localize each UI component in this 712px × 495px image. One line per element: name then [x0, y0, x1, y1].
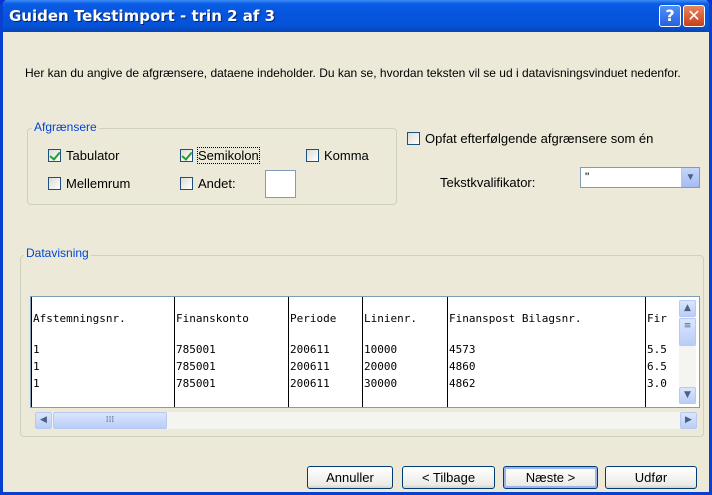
scroll-down-icon[interactable]: ▼	[679, 387, 696, 404]
next-button[interactable]: Næste >	[503, 466, 598, 489]
andet-label: Andet:	[198, 176, 236, 191]
semikolon-label: Semikolon	[197, 147, 260, 164]
preview-cell: 30000	[364, 377, 398, 390]
checkbox-box[interactable]	[306, 149, 319, 162]
preview-cell: 4862	[449, 377, 476, 390]
tabulator-label: Tabulator	[66, 148, 120, 163]
mellemrum-checkbox[interactable]: Mellemrum	[48, 176, 130, 191]
back-button[interactable]: < Tilbage	[402, 466, 495, 489]
dialog-window: Guiden Tekstimport - trin 2 af 3 ? ✕ Her…	[0, 0, 712, 495]
preview-cell: 785001	[176, 343, 216, 356]
preview-column-header: Afstemningsnr.	[33, 312, 126, 325]
checkbox-box[interactable]	[180, 149, 193, 162]
preview-column[interactable]: Finanspost Bilagsnr. 4573 4860 4862	[447, 297, 581, 407]
preview-cell: 6.5	[647, 360, 667, 373]
komma-checkbox[interactable]: Komma	[306, 148, 369, 163]
preview-cell: 200611	[290, 360, 330, 373]
checkbox-box[interactable]	[407, 132, 420, 145]
andet-input[interactable]	[265, 170, 296, 198]
preview-column-header: Fir	[647, 312, 667, 325]
vertical-scroll-thumb[interactable]: ≡	[679, 318, 696, 346]
vertical-scrollbar[interactable]: ▲ ≡ ▼	[679, 300, 696, 404]
consecutive-checkbox[interactable]: Opfat efterfølgende afgrænsere som én	[407, 131, 653, 146]
checkbox-box[interactable]	[48, 177, 61, 190]
preview-column[interactable]: Linienr. 10000 20000 30000	[362, 297, 417, 407]
preview-column-header: Finanskonto	[176, 312, 249, 325]
preview-cell: 200611	[290, 377, 330, 390]
preview-cell: 1	[33, 360, 40, 373]
preview-column-header: Periode	[290, 312, 337, 325]
preview-cell: 10000	[364, 343, 398, 356]
qualifier-select[interactable]: " ▼	[580, 167, 700, 188]
checkbox-box[interactable]	[180, 177, 193, 190]
delimiters-group-label: Afgrænsere	[32, 120, 99, 134]
preview-cell: 5.5	[647, 343, 667, 356]
komma-label: Komma	[324, 148, 369, 163]
cancel-button[interactable]: Annuller	[307, 466, 393, 489]
delimiters-group	[27, 128, 397, 205]
qualifier-label: Tekstkvalifikator:	[440, 175, 536, 190]
preview-cell: 3.0	[647, 377, 667, 390]
preview-column[interactable]: Afstemningsnr. 1 1 1	[31, 297, 126, 407]
preview-cell: 1	[33, 377, 40, 390]
preview-column[interactable]: Finanskonto 785001 785001 785001	[174, 297, 249, 407]
qualifier-value: "	[585, 170, 590, 184]
preview-cell: 785001	[176, 360, 216, 373]
preview-cell: 4573	[449, 343, 476, 356]
preview-cell: 4860	[449, 360, 476, 373]
horizontal-scrollbar[interactable]: ◀ ⁞⁞⁞ ▶	[35, 412, 697, 429]
preview-cell: 20000	[364, 360, 398, 373]
horizontal-scroll-thumb[interactable]: ⁞⁞⁞	[53, 412, 167, 429]
chevron-down-icon[interactable]: ▼	[681, 168, 699, 187]
preview-cell: 200611	[290, 343, 330, 356]
finish-button[interactable]: Udfør	[605, 466, 697, 489]
preview-cell: 1	[33, 343, 40, 356]
help-button[interactable]: ?	[659, 5, 681, 27]
preview-group-label: Datavisning	[24, 246, 91, 260]
andet-checkbox[interactable]: Andet:	[180, 176, 236, 191]
scroll-right-icon[interactable]: ▶	[680, 412, 697, 429]
close-button[interactable]: ✕	[683, 5, 705, 27]
preview-column-header: Linienr.	[364, 312, 417, 325]
consecutive-label: Opfat efterfølgende afgrænsere som én	[425, 131, 654, 146]
preview-cell: 785001	[176, 377, 216, 390]
scroll-up-icon[interactable]: ▲	[679, 300, 696, 317]
intro-text: Her kan du angive de afgrænsere, dataene…	[25, 66, 681, 80]
checkbox-box[interactable]	[48, 149, 61, 162]
preview-column-header: Finanspost Bilagsnr.	[449, 312, 582, 325]
preview-column[interactable]: Fir 5.5 6.5 3.0	[645, 297, 667, 407]
scroll-left-icon[interactable]: ◀	[35, 412, 52, 429]
window-title: Guiden Tekstimport - trin 2 af 3	[9, 7, 276, 25]
data-preview[interactable]: Afstemningsnr. 1 1 1 Finanskonto 785001 785001…	[30, 296, 700, 408]
tabulator-checkbox[interactable]: Tabulator	[48, 148, 119, 163]
preview-column[interactable]: Periode 200611 200611 200611	[288, 297, 336, 407]
title-bar[interactable]: Guiden Tekstimport - trin 2 af 3 ? ✕	[3, 0, 709, 32]
mellemrum-label: Mellemrum	[66, 176, 131, 191]
semikolon-checkbox[interactable]: Semikolon	[180, 147, 260, 164]
